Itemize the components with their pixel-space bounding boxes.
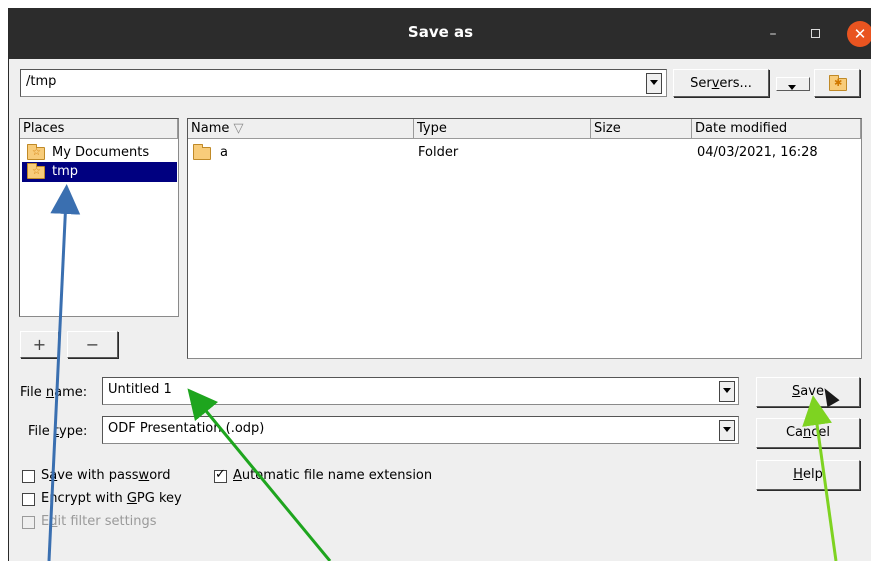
servers-dropdown-button[interactable] bbox=[776, 77, 810, 91]
file-type-value: ODF Presentation (.odp) bbox=[108, 421, 265, 436]
save-button[interactable]: Save bbox=[756, 377, 860, 407]
file-type-label: File type: bbox=[28, 424, 88, 439]
close-icon[interactable]: ✕ bbox=[847, 21, 871, 47]
places-header: Places bbox=[20, 119, 178, 139]
file-type-cell: Folder bbox=[418, 145, 459, 160]
file-name-cell: a bbox=[220, 145, 228, 160]
save-as-dialog: Save as – ✕ /tmp Servers... ✱ Places ☆ M… bbox=[8, 8, 871, 561]
new-folder-button[interactable]: ✱ bbox=[814, 69, 860, 97]
places-panel: Places ☆ My Documents ☆ tmp bbox=[19, 118, 179, 317]
folder-icon bbox=[193, 144, 211, 160]
file-type-select[interactable]: ODF Presentation (.odp) bbox=[102, 416, 739, 444]
file-name-dropdown-button[interactable] bbox=[719, 381, 735, 402]
path-input[interactable]: /tmp bbox=[20, 69, 667, 97]
column-header-type[interactable]: Type bbox=[414, 119, 591, 139]
file-date-cell: 04/03/2021, 16:28 bbox=[697, 145, 818, 160]
place-item-my-documents[interactable]: ☆ My Documents bbox=[22, 143, 177, 163]
edit-filter-settings-checkbox[interactable]: Edit filter settings bbox=[22, 514, 202, 532]
column-header-name[interactable]: Name ▽ bbox=[188, 119, 414, 139]
add-place-button[interactable]: + bbox=[20, 331, 59, 358]
new-folder-icon: ✱ bbox=[829, 75, 847, 91]
folder-icon: ☆ bbox=[27, 144, 45, 160]
sort-descending-icon: ▽ bbox=[233, 121, 244, 136]
checkbox-box bbox=[22, 516, 35, 529]
cancel-button[interactable]: Cancel bbox=[756, 418, 860, 448]
file-type-dropdown-button[interactable] bbox=[719, 420, 735, 441]
remove-place-button[interactable]: − bbox=[67, 331, 118, 358]
help-button[interactable]: Help bbox=[756, 460, 860, 490]
dialog-title: Save as bbox=[407, 23, 474, 41]
path-dropdown-button[interactable] bbox=[646, 73, 662, 94]
automatic-extension-checkbox[interactable]: Automatic file name extension bbox=[214, 467, 474, 486]
title-bar: Save as – ✕ bbox=[9, 8, 871, 59]
folder-icon: ☆ bbox=[27, 163, 45, 179]
column-header-size[interactable]: Size bbox=[591, 119, 692, 139]
checkbox-box bbox=[22, 493, 35, 506]
minimize-icon[interactable]: – bbox=[761, 22, 785, 46]
save-with-password-checkbox[interactable]: Save with password bbox=[22, 468, 202, 486]
column-header-date-modified[interactable]: Date modified bbox=[692, 119, 861, 139]
servers-button[interactable]: Servers... bbox=[673, 69, 769, 97]
file-name-label: File name: bbox=[20, 385, 88, 400]
chevron-down-icon bbox=[785, 79, 801, 90]
file-name-input[interactable]: Untitled 1 bbox=[102, 377, 739, 405]
file-list: Name ▽ Type Size Date modified a Folder … bbox=[187, 118, 862, 359]
checkbox-box bbox=[22, 470, 35, 483]
maximize-icon[interactable] bbox=[803, 22, 827, 46]
encrypt-gpg-checkbox[interactable]: Encrypt with GPG key bbox=[22, 491, 202, 509]
place-item-tmp[interactable]: ☆ tmp bbox=[22, 162, 177, 182]
path-value: /tmp bbox=[26, 74, 57, 89]
file-name-value: Untitled 1 bbox=[108, 382, 172, 397]
checkbox-box bbox=[214, 467, 227, 483]
file-row[interactable]: a Folder 04/03/2021, 16:28 bbox=[189, 143, 859, 163]
